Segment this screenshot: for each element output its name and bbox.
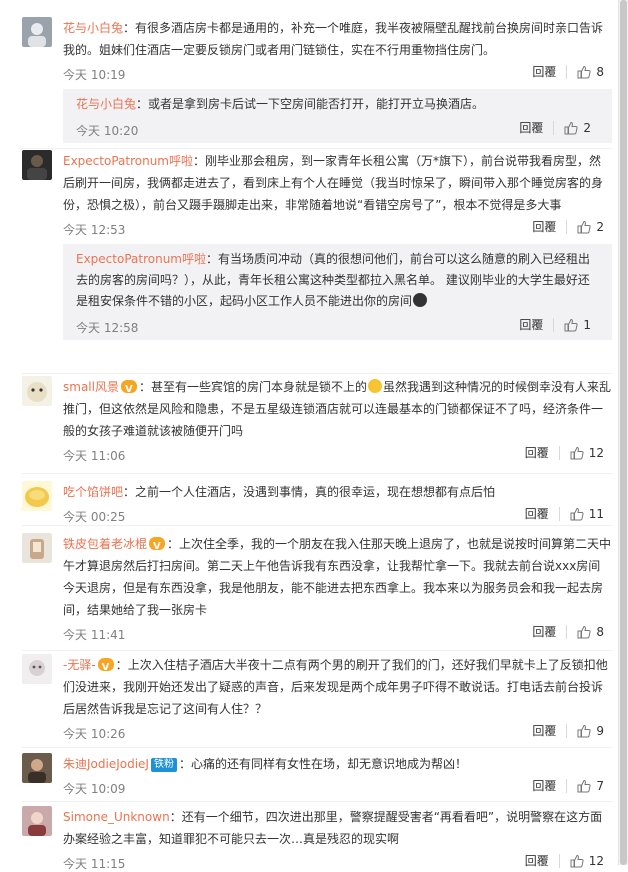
divider <box>22 473 612 474</box>
like-button[interactable]: 7 <box>577 779 604 793</box>
thumbs-up-icon <box>570 507 584 521</box>
divider <box>22 148 612 149</box>
reply-button[interactable]: 回覆 <box>532 625 568 639</box>
like-button[interactable]: 11 <box>570 507 604 521</box>
reply-item: 花与小白兔：或者是拿到房卡后试一下空房间能否打开，能打开立马换酒店。 今天 10… <box>63 89 612 143</box>
comment-time: 今天 11:15 <box>63 857 126 871</box>
divider <box>22 801 612 802</box>
like-button[interactable]: 2 <box>577 220 604 234</box>
like-count: 8 <box>596 625 604 639</box>
reply-button[interactable]: 回覆 <box>525 446 560 460</box>
comment-username[interactable]: ExpectoPatronum呼啦 <box>63 154 193 168</box>
comment-username[interactable]: 花与小白兔 <box>63 21 123 35</box>
divider <box>22 525 612 526</box>
like-count: 9 <box>596 724 604 738</box>
thumbs-up-icon <box>570 854 584 868</box>
scrollbar-thumb[interactable] <box>620 0 627 865</box>
avatar[interactable] <box>22 806 52 836</box>
reply-username[interactable]: ExpectoPatronum呼啦 <box>76 252 206 266</box>
avatar[interactable] <box>22 150 52 180</box>
like-count: 2 <box>596 220 604 234</box>
reply-button[interactable]: 回覆 <box>519 318 555 332</box>
reply-button[interactable]: 回覆 <box>532 220 568 234</box>
smile-emoji-icon <box>368 379 382 393</box>
comment-content: 甚至有一些宾馆的房门本身就是锁不上的 <box>150 380 367 394</box>
like-count: 2 <box>583 121 591 135</box>
comment-content: 上次入住桔子酒店大半夜十二点有两个男的刷开了我们的门，还好我们早就卡上了反锁扣他… <box>63 658 608 716</box>
reply-button[interactable]: 回覆 <box>525 507 560 521</box>
like-button[interactable]: 12 <box>570 854 604 868</box>
comment-username[interactable]: 铁皮包着老冰棍 <box>63 537 147 551</box>
thumbs-up-icon <box>577 779 591 793</box>
like-count: 8 <box>596 65 604 79</box>
thumbs-up-icon <box>570 446 584 460</box>
divider <box>22 373 612 374</box>
vip-badge-icon <box>97 657 114 679</box>
avatar[interactable] <box>22 654 52 684</box>
comment-time: 今天 10:19 <box>63 68 126 82</box>
comment-list: 花与小白兔：有很多酒店房卡都是通用的，补充一个唯庭，我半夜被隔壁乱醒找前台换房间… <box>0 0 619 871</box>
reply-content: 或者是拿到房卡后试一下空房间能否打开，能打开立马换酒店。 <box>148 97 485 111</box>
comment-text: 花与小白兔：有很多酒店房卡都是通用的，补充一个唯庭，我半夜被隔壁乱醒找前台换房间… <box>63 21 604 57</box>
like-count: 7 <box>596 779 604 793</box>
thumbs-up-icon <box>577 65 591 79</box>
comment-time: 今天 00:25 <box>63 510 126 524</box>
like-button[interactable]: 2 <box>564 121 591 135</box>
comment-time: 今天 10:26 <box>63 727 126 741</box>
comment-username[interactable]: 朱迪JodieJodieJ <box>63 757 149 771</box>
scrollbar[interactable] <box>619 0 628 865</box>
divider <box>22 747 612 748</box>
comment-content: 之前一个人住酒店，没遇到事情，真的很幸运，现在想想都有点后怕 <box>135 485 496 499</box>
comment-content: 心痛的还有同样有女性在场，却无意识地成为帮凶！ <box>191 757 468 771</box>
thumbs-up-icon <box>577 724 591 738</box>
reply-button[interactable]: 回覆 <box>532 65 568 79</box>
avatar[interactable] <box>22 533 52 563</box>
avatar[interactable] <box>22 376 52 406</box>
like-count: 12 <box>588 854 604 868</box>
like-count: 11 <box>588 507 604 521</box>
reply-button[interactable]: 回覆 <box>532 779 568 793</box>
thumbs-up-icon <box>577 220 591 234</box>
avatar[interactable] <box>22 17 52 47</box>
comment-time: 今天 11:06 <box>63 449 126 463</box>
like-button[interactable]: 9 <box>577 724 604 738</box>
like-count: 12 <box>588 446 604 460</box>
emoji-icon <box>413 293 428 307</box>
reply-username[interactable]: 花与小白兔 <box>76 97 136 111</box>
vip-badge-icon <box>149 536 166 558</box>
vip-badge-icon <box>120 379 137 401</box>
like-count: 1 <box>583 318 591 332</box>
comment-username[interactable]: Simone_Unknown <box>63 810 170 824</box>
comment-username[interactable]: 吃个馅饼吧 <box>63 485 123 499</box>
reply-button[interactable]: 回覆 <box>519 121 555 135</box>
thumbs-up-icon <box>564 318 578 332</box>
comment-content: 有很多酒店房卡都是通用的，补充一个唯庭，我半夜被隔壁乱醒找前台换房间时亲口告诉我… <box>63 21 604 57</box>
like-button[interactable]: 8 <box>577 65 604 79</box>
like-button[interactable]: 12 <box>570 446 604 460</box>
comment-username[interactable]: -无驿- <box>63 658 96 672</box>
avatar[interactable] <box>22 753 52 783</box>
comment-username[interactable]: small风景 <box>63 380 119 394</box>
like-button[interactable]: 8 <box>577 625 604 639</box>
comment-time: 今天 12:53 <box>63 223 126 237</box>
divider <box>22 650 612 651</box>
reply-item: ExpectoPatronum呼啦：有当场质问冲动（真的很想问他们，前台可以这么… <box>63 244 612 340</box>
reply-button[interactable]: 回覆 <box>532 724 568 738</box>
fan-badge: 铁粉 <box>150 758 177 772</box>
avatar[interactable] <box>22 481 52 511</box>
reply-time: 今天 12:58 <box>76 321 139 335</box>
thumbs-up-icon <box>564 121 578 135</box>
thumbs-up-icon <box>577 625 591 639</box>
like-button[interactable]: 1 <box>564 318 591 332</box>
reply-time: 今天 10:20 <box>76 124 139 138</box>
comment-time: 今天 11:41 <box>63 628 126 642</box>
reply-button[interactable]: 回覆 <box>525 854 560 868</box>
comment-time: 今天 10:09 <box>63 782 126 796</box>
